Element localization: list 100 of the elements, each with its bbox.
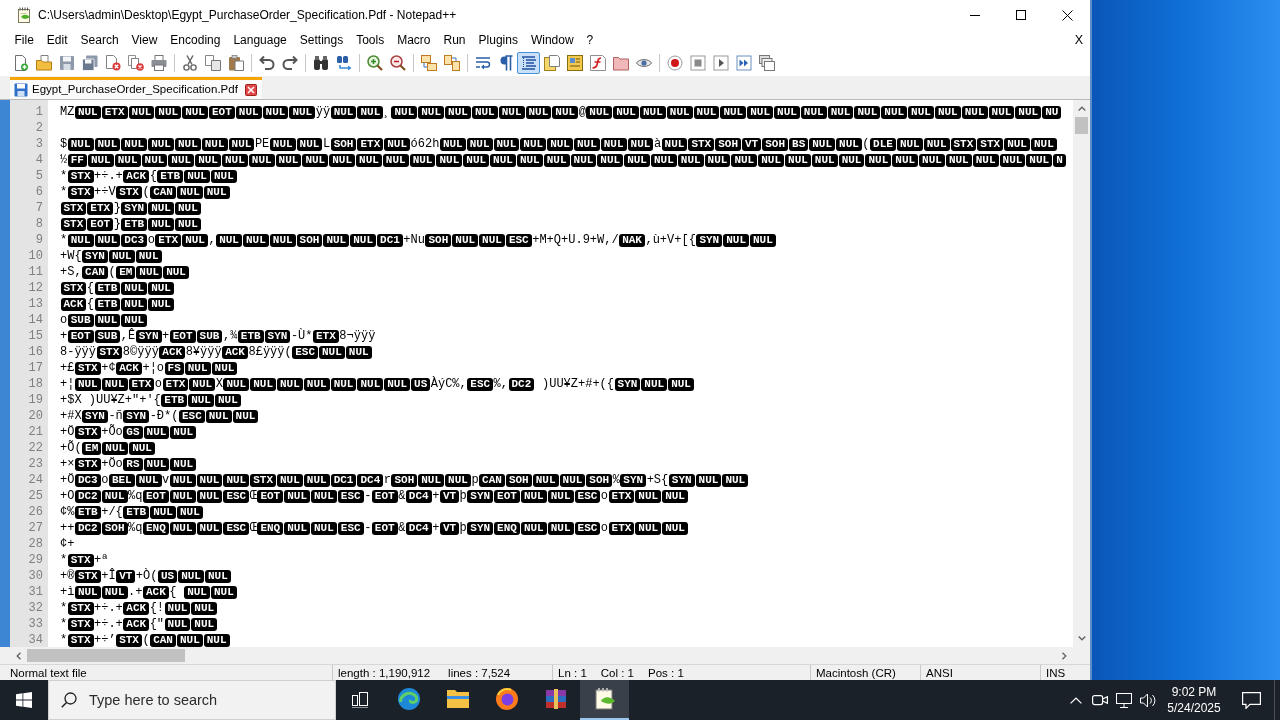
menu-item[interactable]: Search bbox=[74, 31, 126, 49]
line-text: v bbox=[162, 472, 170, 488]
line-number: 21 bbox=[27, 424, 44, 440]
control-character: NUL bbox=[174, 217, 201, 231]
line-number: 17 bbox=[27, 360, 44, 376]
line-text: +÷V bbox=[94, 184, 116, 200]
control-character: NUL bbox=[445, 473, 471, 487]
control-character: NUL bbox=[520, 489, 547, 503]
control-character: EOT bbox=[142, 489, 169, 503]
control-character: NUL bbox=[666, 105, 693, 119]
clock-time: 9:02 PM bbox=[1171, 684, 1217, 700]
status-bar-text: Col : 1 bbox=[600, 666, 635, 680]
line-text: + bbox=[60, 328, 68, 344]
control-character: BEL bbox=[108, 473, 135, 487]
control-character: STX bbox=[688, 137, 715, 151]
control-character: NUL bbox=[108, 249, 135, 263]
line-number: 27 bbox=[27, 520, 44, 536]
control-character: NUL bbox=[382, 153, 409, 167]
menu-item[interactable]: Window bbox=[524, 31, 581, 49]
line-text: -Ð*( bbox=[149, 408, 179, 424]
control-character: ESC bbox=[574, 521, 601, 535]
search-icon bbox=[61, 692, 77, 708]
control-character: NUL bbox=[121, 297, 148, 311]
line-text: & bbox=[398, 520, 406, 536]
control-character: DLE bbox=[870, 137, 896, 151]
search-field[interactable]: Type here to search bbox=[48, 680, 336, 720]
line-number: 25 bbox=[27, 488, 44, 504]
chevron-up-icon[interactable] bbox=[1070, 696, 1082, 704]
control-character: NUL bbox=[329, 153, 356, 167]
line-text: } bbox=[113, 216, 121, 232]
control-character: NUL bbox=[586, 105, 613, 119]
indent-lines-icon bbox=[520, 55, 537, 71]
zoom-out-icon bbox=[389, 55, 406, 71]
camera-icon[interactable] bbox=[1092, 693, 1108, 707]
menu-item[interactable]: ? bbox=[580, 31, 600, 49]
line-number: 26 bbox=[27, 504, 44, 520]
line-text: o bbox=[101, 472, 109, 488]
control-character: NUL bbox=[409, 153, 436, 167]
file-tab[interactable]: Egypt_PurchaseOrder_Specification.Pdf bbox=[10, 77, 262, 99]
network-icon[interactable] bbox=[1116, 692, 1132, 708]
stacked-windows-icon bbox=[758, 55, 775, 71]
control-character: NUL bbox=[148, 297, 174, 311]
close-icon[interactable] bbox=[244, 83, 257, 96]
control-character: ESC bbox=[178, 409, 205, 423]
control-character: NUL bbox=[184, 169, 210, 183]
tab-label: Egypt_PurchaseOrder_Specification.Pdf bbox=[32, 81, 238, 97]
control-character: EOT bbox=[208, 105, 235, 119]
control-character: NUL bbox=[357, 105, 384, 119]
control-character: ETX bbox=[608, 489, 635, 503]
menu-item[interactable]: Macro bbox=[390, 31, 437, 49]
control-character: NUL bbox=[1015, 105, 1042, 119]
control-character: STX bbox=[67, 553, 94, 567]
control-character: SYN bbox=[467, 489, 494, 503]
control-character: NUL bbox=[384, 377, 411, 391]
control-character: NUL bbox=[148, 281, 174, 295]
scrollbar-thumb[interactable] bbox=[1075, 117, 1088, 134]
line-number: 30 bbox=[27, 568, 44, 584]
task-view-icon bbox=[352, 692, 368, 708]
menu-item[interactable]: File bbox=[8, 31, 41, 49]
menu-item[interactable]: Tools bbox=[349, 31, 391, 49]
window-title: C:\Users\admin\Desktop\Egypt_PurchaseOrder_Specification.Pdf - Notepad++ bbox=[38, 7, 457, 24]
control-character: NUL bbox=[547, 521, 574, 535]
control-character: NUL bbox=[350, 233, 377, 247]
control-character: ETB bbox=[123, 505, 150, 519]
line-number: 28 bbox=[27, 536, 44, 552]
control-character: NUL bbox=[356, 153, 382, 167]
control-character: NUL bbox=[865, 153, 892, 167]
control-character: ETB bbox=[237, 329, 264, 343]
control-character: ESC bbox=[505, 233, 532, 247]
control-character: NUL bbox=[452, 233, 479, 247]
close-document-button[interactable]: X bbox=[1073, 31, 1084, 49]
control-character: NUL bbox=[919, 153, 945, 167]
volume-icon[interactable] bbox=[1140, 692, 1156, 708]
line-text: - bbox=[364, 488, 372, 504]
control-character: SOH bbox=[586, 473, 613, 487]
control-character: ETX bbox=[101, 105, 128, 119]
control-character: NUL bbox=[573, 137, 600, 151]
control-character: NUL bbox=[722, 473, 749, 487]
control-character: DC4 bbox=[405, 521, 432, 535]
menu-item[interactable]: Plugins bbox=[472, 31, 525, 49]
status-bar-text: lines : 7,524 bbox=[448, 666, 511, 680]
menu-item[interactable]: View bbox=[125, 31, 164, 49]
taskbar-app-button[interactable] bbox=[580, 680, 629, 720]
menu-item[interactable]: Run bbox=[437, 31, 473, 49]
notification-icon[interactable] bbox=[1241, 691, 1261, 709]
record-icon bbox=[666, 55, 683, 71]
control-character: NUL bbox=[384, 137, 411, 151]
menu-item[interactable]: Language bbox=[226, 31, 294, 49]
control-character: NUL bbox=[600, 137, 627, 151]
control-character: VT bbox=[742, 137, 762, 151]
menu-item[interactable]: Edit bbox=[40, 31, 75, 49]
scrollbar-thumb[interactable] bbox=[27, 649, 185, 662]
control-character: NUL bbox=[121, 137, 148, 151]
folder-icon bbox=[612, 55, 629, 71]
control-character: RS bbox=[123, 457, 143, 471]
line-text: { bbox=[86, 296, 94, 312]
menu-item[interactable]: Encoding bbox=[163, 31, 227, 49]
menu-item[interactable]: Settings bbox=[293, 31, 350, 49]
control-character: NUL bbox=[163, 265, 189, 279]
line-text: +Õo bbox=[101, 424, 123, 440]
